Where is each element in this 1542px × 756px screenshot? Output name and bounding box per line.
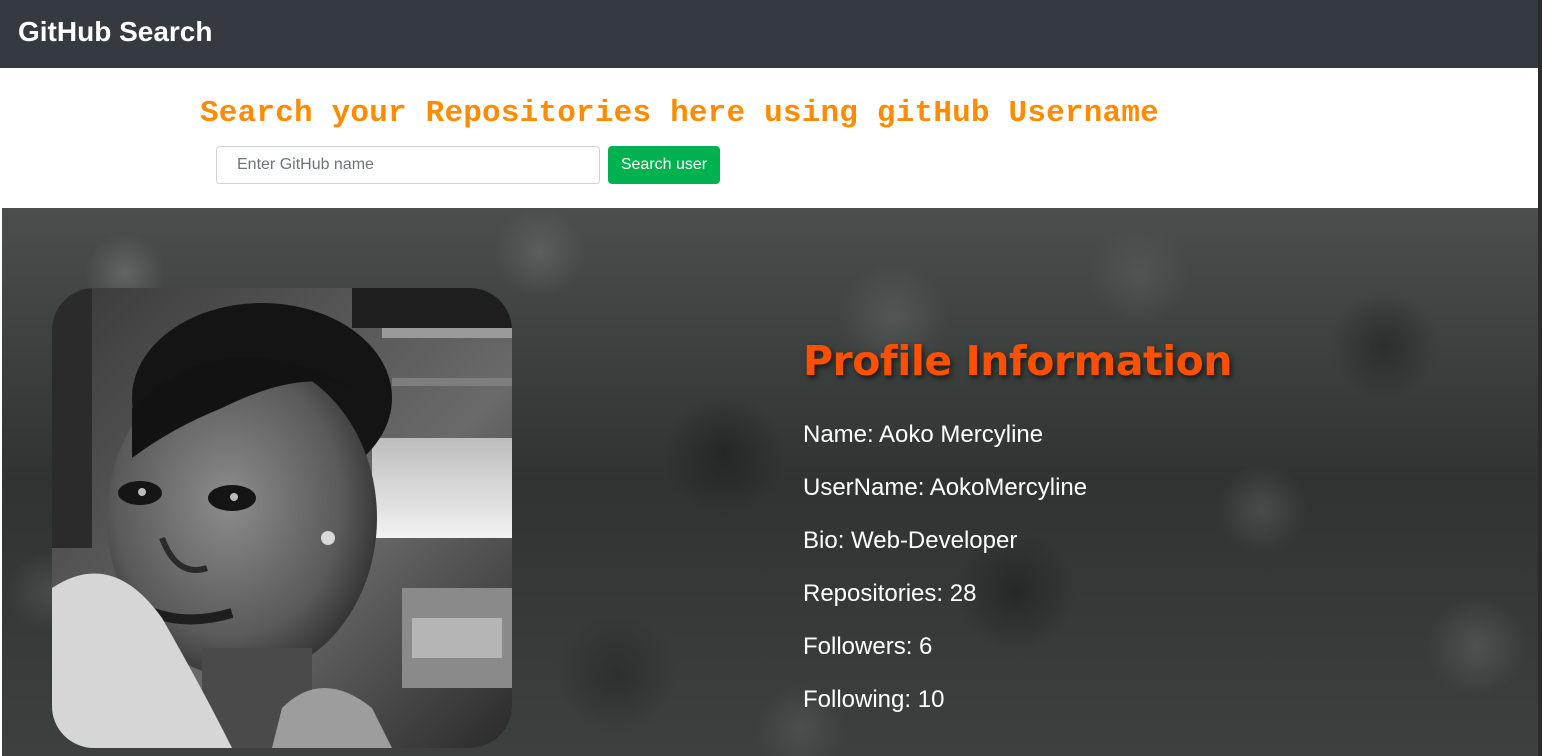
profile-title: Profile Information [803,337,1233,385]
avatar-photo [52,288,512,748]
github-username-input[interactable] [216,146,600,184]
profile-following: Following: 10 [803,686,945,713]
profile-section: Profile Information Name: Aoko Mercyline… [2,208,1538,756]
search-heading: Search your Repositories here using gitH… [200,96,1159,131]
navbar: GitHub Search [0,0,1538,68]
profile-username: UserName: AokoMercyline [803,474,1088,501]
avatar [52,288,512,748]
search-user-button[interactable]: Search user [608,146,720,184]
search-section: Search your Repositories here using gitH… [2,68,1538,208]
profile-followers: Followers: 6 [803,633,933,660]
page: GitHub Search Search your Repositories h… [0,0,1542,756]
window-right-edge [1538,0,1542,756]
profile-repositories: Repositories: 28 [803,580,977,607]
profile-info: Profile Information Name: Aoko Mercyline… [803,336,1503,714]
profile-name: Name: Aoko Mercyline [803,421,1044,448]
profile-bio: Bio: Web-Developer [803,527,1018,554]
navbar-brand[interactable]: GitHub Search [18,15,212,49]
